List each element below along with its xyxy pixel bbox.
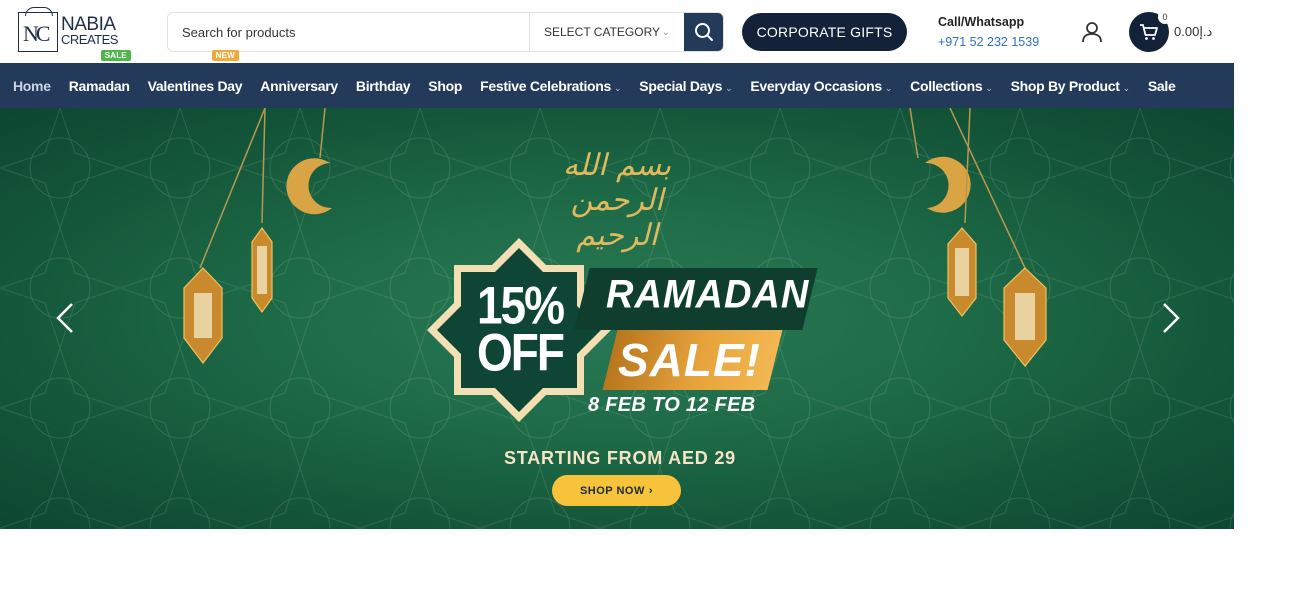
chevron-right-icon: › [648, 484, 654, 497]
bismillah-calligraphy: بسم الله الرحمن الرحيم [562, 148, 672, 253]
logo-text: NABIA CREATES [61, 15, 118, 48]
nav-item-festive-celebrations[interactable]: Festive Celebrations ⌄ [480, 78, 622, 94]
corporate-gifts-button[interactable]: CORPORATE GIFTS [742, 13, 907, 51]
hero-banner[interactable]: بسم الله الرحمن الرحيم 15% OFF RAMADAN S… [0, 108, 1234, 529]
nav-item-special-days[interactable]: Special Days ⌄ [639, 78, 732, 94]
brand-logo[interactable]: NC NABIA CREATES [18, 6, 118, 52]
chevron-down-icon: ⌄ [985, 82, 993, 93]
main-nav: Home SALE Ramadan NEW Valentines Day Ann… [0, 49, 1234, 108]
logo-line2: CREATES [61, 32, 118, 48]
nav-item-shop[interactable]: Shop [428, 78, 462, 94]
chevron-left-icon[interactable] [50, 298, 80, 338]
cart-icon [1140, 24, 1158, 40]
banner-subhead: SALE! [618, 334, 761, 386]
nav-item-collections[interactable]: Collections ⌄ [910, 78, 993, 94]
cart-total[interactable]: 0.00د.إ [1174, 24, 1212, 40]
category-select-label: SELECT CATEGORY [544, 25, 661, 39]
logo-mark: NC [18, 6, 58, 52]
contact-number[interactable]: +971 52 232 1539 [938, 32, 1039, 52]
sale-badge: SALE [100, 49, 131, 61]
sale-dates: 8 FEB TO 12 FEB [588, 394, 756, 416]
chevron-down-icon: ⌄ [614, 82, 622, 93]
page: NC NABIA CREATES SELECT CATEGORY ⌄ CORPO… [0, 0, 1290, 590]
nav-item-birthday[interactable]: Birthday [356, 78, 411, 94]
contact-block: Call/Whatsapp +971 52 232 1539 [938, 12, 1039, 52]
lantern-icon [183, 108, 273, 364]
nav-item-valentines-day[interactable]: NEW Valentines Day [148, 49, 243, 94]
shop-now-label: SHOP NOW [579, 484, 645, 497]
shop-now-button[interactable]: SHOP NOW › [552, 475, 681, 506]
new-badge: NEW [211, 49, 239, 61]
chevron-down-icon: ⌄ [725, 82, 733, 93]
nav-item-everyday-occasions[interactable]: Everyday Occasions ⌄ [750, 78, 892, 94]
nav-item-sale[interactable]: Sale [1148, 78, 1176, 94]
user-icon[interactable] [1080, 20, 1104, 44]
starting-price: STARTING FROM AED 29 [503, 448, 736, 468]
nav-item-home[interactable]: Home [13, 78, 51, 94]
discount-text: 15% OFF [445, 278, 595, 383]
discount-off: OFF [477, 322, 565, 383]
search-bar: SELECT CATEGORY ⌄ [167, 12, 724, 52]
search-input[interactable] [168, 13, 529, 51]
banner-headline: RAMADAN [606, 272, 810, 318]
category-select[interactable]: SELECT CATEGORY ⌄ [529, 13, 684, 51]
cart-count-badge: 0 [1158, 10, 1172, 24]
search-icon [694, 23, 713, 41]
nav-item-ramadan[interactable]: SALE Ramadan [69, 49, 131, 94]
chevron-down-icon: ⌄ [661, 26, 670, 38]
search-button[interactable] [684, 13, 723, 51]
lantern-icon [947, 108, 1047, 367]
chevron-right-icon[interactable] [1156, 298, 1186, 338]
contact-label: Call/Whatsapp [938, 15, 1025, 29]
nav-item-shop-by-product[interactable]: Shop By Product ⌄ [1011, 78, 1131, 94]
nav-item-anniversary[interactable]: Anniversary [260, 78, 338, 94]
chevron-down-icon: ⌄ [884, 82, 893, 93]
site-header: NC NABIA CREATES SELECT CATEGORY ⌄ CORPO… [0, 0, 1234, 63]
chevron-down-icon: ⌄ [1122, 82, 1131, 93]
